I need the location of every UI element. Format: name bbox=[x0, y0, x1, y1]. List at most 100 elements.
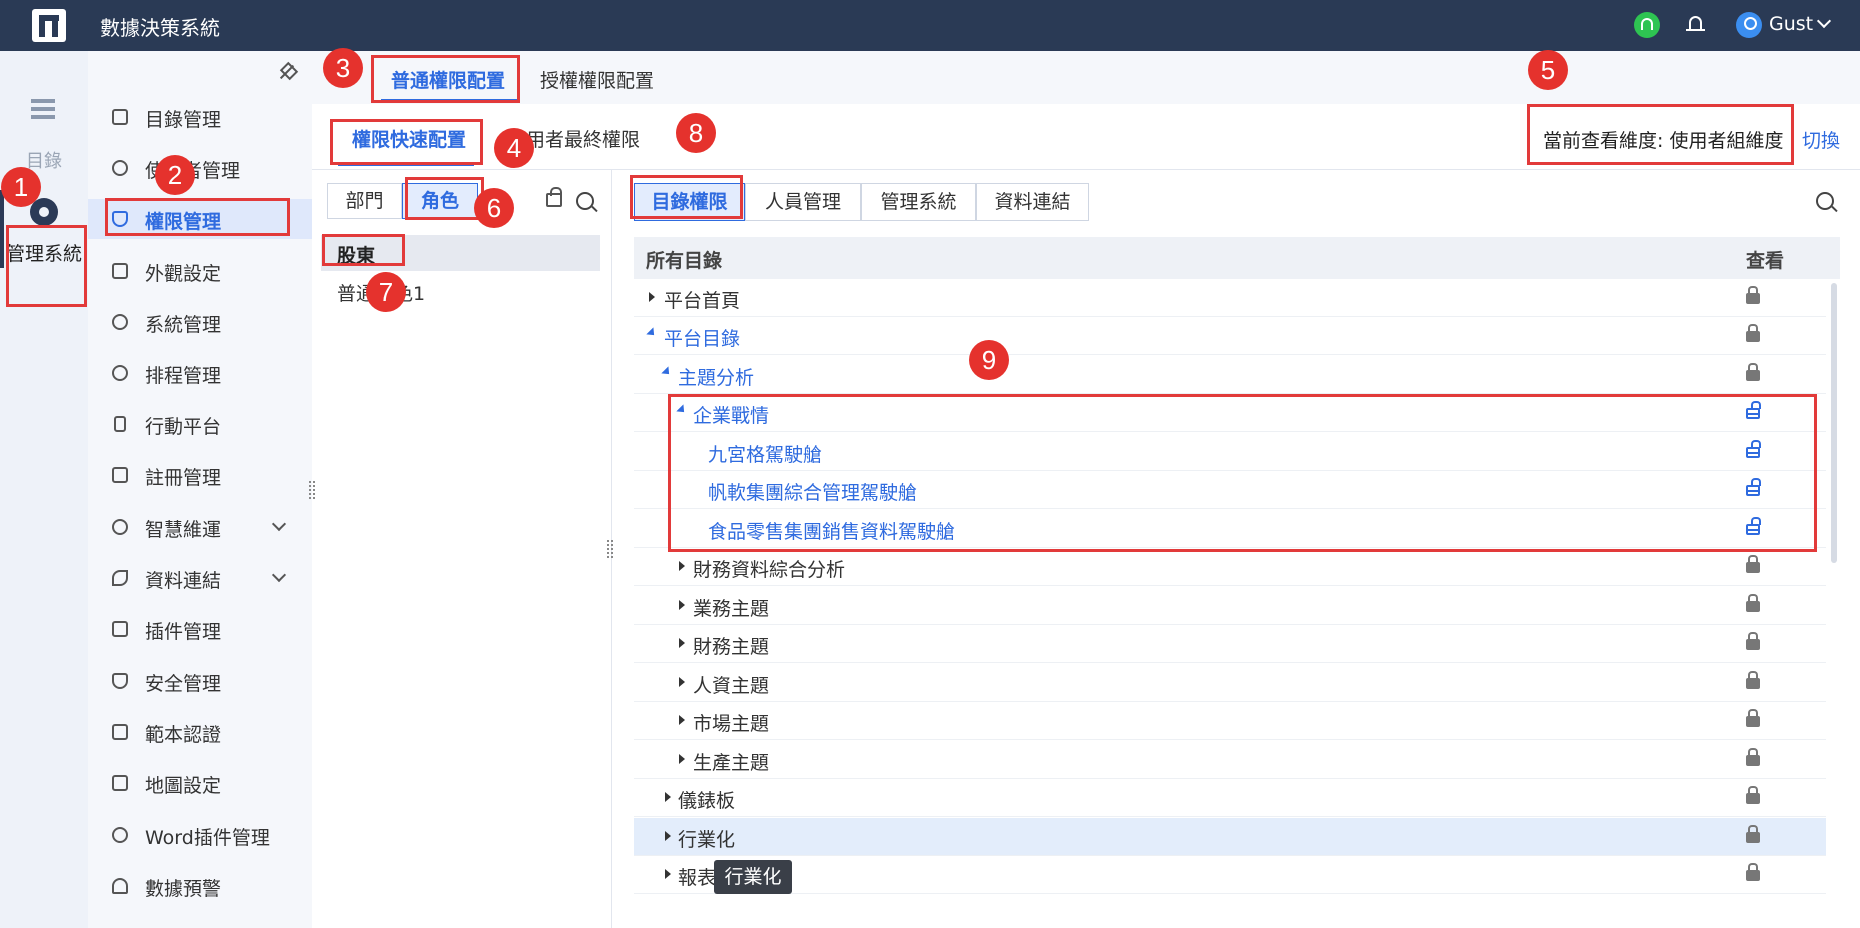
annotation-badge: 8 bbox=[676, 113, 716, 153]
certificate-icon bbox=[112, 724, 128, 740]
tree-row[interactable]: 儀錶板 bbox=[634, 779, 1826, 817]
sidebar-item-data-connection[interactable]: 資料連結 bbox=[88, 558, 312, 598]
annotation-badge: 7 bbox=[366, 272, 406, 312]
top-bar: 數據決策系統 Gust bbox=[0, 0, 1860, 51]
caret-right-icon[interactable] bbox=[679, 754, 685, 764]
tree-row[interactable]: 平台首頁 bbox=[634, 279, 1826, 317]
register-icon bbox=[112, 467, 128, 483]
tooltip: 行業化 bbox=[714, 860, 792, 894]
lock-icon[interactable] bbox=[1746, 324, 1760, 342]
caret-right-icon[interactable] bbox=[679, 715, 685, 725]
smart-ops-icon bbox=[112, 519, 128, 535]
tree-header: 所有目錄 查看 bbox=[634, 237, 1840, 279]
chevron-down-icon[interactable] bbox=[1816, 13, 1832, 29]
lock-icon[interactable] bbox=[1746, 555, 1760, 573]
user-avatar[interactable] bbox=[1736, 12, 1762, 38]
lock-icon[interactable] bbox=[1746, 632, 1760, 650]
tab-grant-permission[interactable]: 授權權限配置 bbox=[540, 66, 654, 93]
lock-icon[interactable] bbox=[1746, 786, 1760, 804]
tree-row[interactable]: 財務資料綜合分析 bbox=[634, 548, 1826, 586]
sidebar-menu: 目錄管理 使用者管理 權限管理 外觀設定 系統管理 排程管理 行動平台 註冊管理… bbox=[88, 51, 312, 928]
annotation-badge: 5 bbox=[1528, 50, 1568, 90]
tree-row[interactable]: 市場主題 bbox=[634, 702, 1826, 740]
search-icon[interactable] bbox=[576, 192, 594, 210]
sidebar-item-map[interactable]: 地圖設定 bbox=[88, 763, 312, 803]
tree-row[interactable]: 行業化 bbox=[634, 818, 1826, 856]
lock-icon[interactable] bbox=[1746, 825, 1760, 843]
drag-handle-icon[interactable] bbox=[309, 481, 315, 499]
tree-row[interactable]: 人資主題 bbox=[634, 664, 1826, 702]
alert-bell-icon[interactable] bbox=[1634, 12, 1660, 38]
caret-down-icon[interactable] bbox=[646, 327, 658, 339]
annotation-badge: 6 bbox=[474, 188, 514, 228]
drag-handle-icon[interactable] bbox=[607, 540, 613, 558]
sidebar-item-security[interactable]: 安全管理 bbox=[88, 661, 312, 701]
caret-right-icon[interactable] bbox=[679, 638, 685, 648]
annotation-box bbox=[330, 119, 483, 165]
sidebar-item-system[interactable]: 系統管理 bbox=[88, 302, 312, 342]
lock-icon[interactable] bbox=[1746, 863, 1760, 881]
sidebar-item-appearance[interactable]: 外觀設定 bbox=[88, 251, 312, 291]
caret-right-icon[interactable] bbox=[679, 561, 685, 571]
user-icon bbox=[112, 160, 128, 176]
lock-icon[interactable] bbox=[1746, 594, 1760, 612]
lock-icon[interactable] bbox=[1746, 671, 1760, 689]
annotation-box bbox=[6, 225, 87, 307]
sidebar-item-users[interactable]: 使用者管理 bbox=[88, 148, 312, 188]
sidebar-item-schedule[interactable]: 排程管理 bbox=[88, 353, 312, 393]
tab-personnel[interactable]: 人員管理 bbox=[745, 183, 861, 221]
caret-right-icon[interactable] bbox=[649, 292, 655, 302]
tree-row[interactable]: 業務主題 bbox=[634, 587, 1826, 625]
lock-icon[interactable] bbox=[1746, 363, 1760, 381]
sidebar-item-smart-ops[interactable]: 智慧維運 bbox=[88, 507, 312, 547]
tree-row[interactable]: 主題分析 bbox=[634, 356, 1826, 394]
gear-icon bbox=[112, 827, 128, 843]
annotation-box bbox=[668, 394, 1817, 552]
sidebar-item-data-alert[interactable]: 數據預警 bbox=[88, 866, 312, 906]
tab-management-system[interactable]: 管理系統 bbox=[861, 183, 976, 221]
tree-row[interactable]: 平台目錄 bbox=[634, 317, 1826, 355]
search-icon[interactable] bbox=[1816, 192, 1834, 210]
tree-row[interactable]: 財務主題 bbox=[634, 625, 1826, 663]
link-icon bbox=[112, 570, 128, 586]
notification-bell-icon[interactable] bbox=[1686, 14, 1706, 36]
annotation-box bbox=[105, 198, 290, 236]
tree-row[interactable]: 報表 bbox=[634, 856, 1826, 894]
caret-right-icon[interactable] bbox=[679, 600, 685, 610]
lock-icon[interactable] bbox=[1746, 709, 1760, 727]
list-icon[interactable] bbox=[31, 99, 55, 119]
annotation-badge: 2 bbox=[155, 155, 195, 195]
gear-icon[interactable] bbox=[30, 198, 58, 226]
sidebar-item-word-plugin[interactable]: Word插件管理 bbox=[88, 815, 312, 855]
lock-filter-icon[interactable] bbox=[546, 187, 562, 207]
annotation-badge: 4 bbox=[494, 128, 534, 168]
annotation-box bbox=[405, 177, 484, 220]
sidebar-item-template-cert[interactable]: 範本認證 bbox=[88, 712, 312, 752]
caret-right-icon[interactable] bbox=[665, 792, 671, 802]
chevron-down-icon bbox=[271, 567, 287, 583]
caret-right-icon[interactable] bbox=[665, 831, 671, 841]
user-name[interactable]: Gust bbox=[1769, 13, 1813, 35]
pin-icon[interactable] bbox=[278, 63, 296, 81]
lock-icon[interactable] bbox=[1746, 748, 1760, 766]
map-icon bbox=[112, 775, 128, 791]
mobile-icon bbox=[114, 416, 126, 432]
tree-scrollbar[interactable] bbox=[1831, 283, 1837, 563]
sidebar-item-registration[interactable]: 註冊管理 bbox=[88, 455, 312, 495]
annotation-box bbox=[322, 234, 405, 266]
caret-right-icon[interactable] bbox=[679, 677, 685, 687]
tree-row[interactable]: 生產主題 bbox=[634, 741, 1826, 779]
app-logo[interactable] bbox=[32, 9, 66, 42]
annotation-box bbox=[371, 55, 520, 103]
segment-department[interactable]: 部門 bbox=[327, 183, 402, 219]
caret-right-icon[interactable] bbox=[665, 869, 671, 879]
caret-down-icon[interactable] bbox=[661, 366, 673, 378]
sidebar-item-plugins[interactable]: 插件管理 bbox=[88, 609, 312, 649]
lock-icon[interactable] bbox=[1746, 286, 1760, 304]
switch-dimension-link[interactable]: 切換 bbox=[1802, 126, 1840, 153]
sidebar-item-mobile[interactable]: 行動平台 bbox=[88, 404, 312, 444]
tab-data-connection[interactable]: 資料連結 bbox=[976, 183, 1089, 221]
gear-icon bbox=[112, 314, 128, 330]
active-indicator bbox=[0, 190, 4, 268]
sidebar-item-directory[interactable]: 目錄管理 bbox=[88, 97, 312, 137]
